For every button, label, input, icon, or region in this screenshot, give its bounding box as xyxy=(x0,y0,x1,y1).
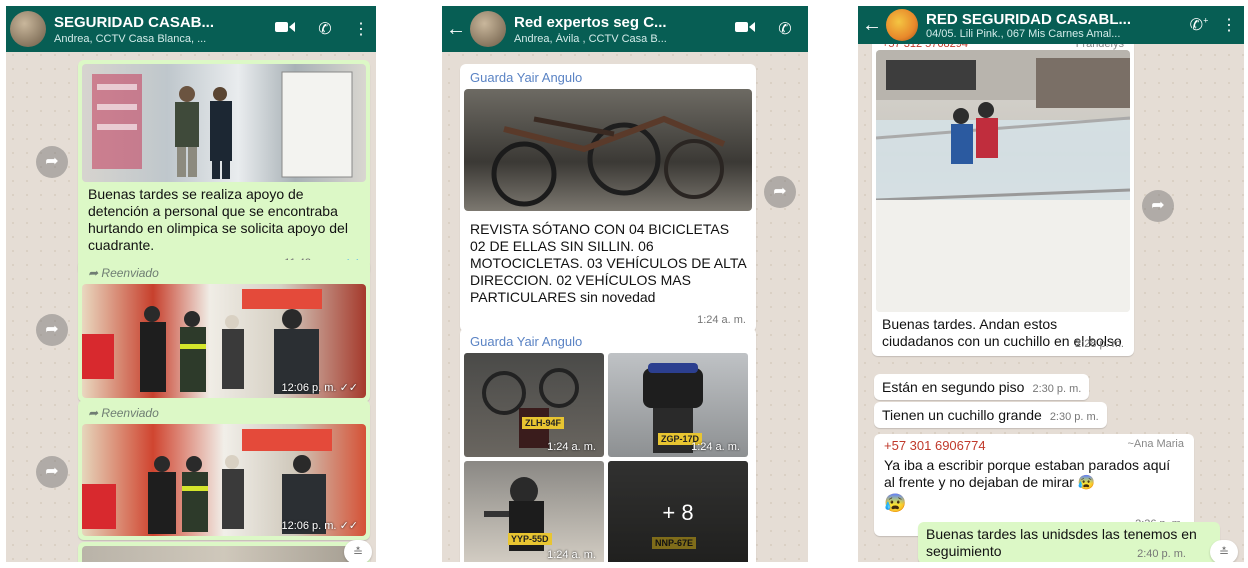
message-bubble[interactable]: Guarda Yair Angulo ZLH-94F 1:24 a. m. ZG… xyxy=(460,328,756,562)
more-images-overlay[interactable]: + 8 xyxy=(608,461,748,562)
sender-name[interactable]: Guarda Yair Angulo xyxy=(464,332,752,353)
message-bubble[interactable]: ➦ Reenviado 12:06 p. m. ✓✓ xyxy=(78,400,370,540)
photo-time: 12:06 p. m. ✓✓ xyxy=(281,381,358,394)
photo-time: 12:06 p. m. ✓✓ xyxy=(281,519,358,532)
forward-share-icon[interactable]: ➦ xyxy=(36,146,68,178)
image-tile[interactable]: NNP-67E + 8 xyxy=(608,461,748,562)
chat-title-area[interactable]: Red expertos seg C... Andrea, Ávila , CC… xyxy=(514,14,730,45)
message-bubble[interactable]: +57 301 6906774 ~Ana Maria Ya iba a escr… xyxy=(874,434,1194,536)
message-time: 2:40 p. m. xyxy=(1137,548,1186,560)
tile-time: 1:24 a. m. xyxy=(547,441,596,453)
forward-share-icon[interactable]: ➦ xyxy=(1142,190,1174,222)
group-name: Red expertos seg C... xyxy=(514,13,667,31)
message-bubble[interactable]: Están en segundo piso 2:30 p. m. xyxy=(874,374,1090,400)
chat-screen-1: SEGURIDAD CASAB... Andrea, CCTV Casa Bla… xyxy=(6,6,376,562)
message-text: Tienen un cuchillo grande xyxy=(882,407,1042,423)
bicycles-image xyxy=(491,115,726,207)
group-avatar[interactable] xyxy=(470,11,506,47)
read-receipt-icon: ✓✓ xyxy=(339,520,358,532)
message-bubble[interactable]: +57 312 5768294 ~Frandelys Buenas tardes… xyxy=(872,36,1134,356)
mall-scene-image xyxy=(876,50,1130,312)
image-grid: ZLH-94F 1:24 a. m. ZGP-17D 1:24 a. m. YY… xyxy=(464,353,752,562)
message-photo[interactable] xyxy=(82,546,366,562)
group-avatar[interactable] xyxy=(886,9,918,41)
message-text: Ya iba a escribir porque estaban parados… xyxy=(878,455,1190,491)
phone-call-icon[interactable]: ✆ xyxy=(310,19,340,39)
worried-emoji-icon: 😰 xyxy=(1077,474,1096,490)
image-tile[interactable]: ZGP-17D 1:24 a. m. xyxy=(608,353,748,457)
forwarded-text: Reenviado xyxy=(101,406,159,420)
motorcycle-image xyxy=(484,477,544,551)
message-time: 2:30 p. m. xyxy=(1049,411,1099,423)
message-bubble[interactable]: Buenas tardes se realiza apoyo de detenc… xyxy=(78,60,370,275)
license-plate: YYP-55D xyxy=(508,533,552,545)
chat-title-area[interactable]: RED SEGURIDAD CASABL... 04/05. Lili Pink… xyxy=(926,11,1184,40)
chat-screen-3: ← RED SEGURIDAD CASABL... 04/05. Lili Pi… xyxy=(858,6,1244,562)
read-receipt-icon: ✓✓ xyxy=(339,382,358,394)
message-time: 12:06 p. m. xyxy=(281,382,337,394)
emoji-row: 😰 xyxy=(878,491,1190,516)
chat-header: ← Red expertos seg C... Andrea, Ávila , … xyxy=(442,6,808,52)
worried-emoji-icon: 😰 xyxy=(884,493,907,513)
message-photo[interactable]: 12:06 p. m. ✓✓ xyxy=(82,284,366,398)
forwarded-text: Reenviado xyxy=(101,266,159,280)
message-bubble[interactable]: Guarda Yair Angulo REVISTA SÓTANO CON 04… xyxy=(460,64,756,332)
sender-name[interactable]: Guarda Yair Angulo xyxy=(464,68,752,89)
image-tile[interactable]: YYP-55D 1:24 a. m. xyxy=(464,461,604,562)
scroll-down-button[interactable]: ≛ xyxy=(1210,540,1238,562)
chat-title-area[interactable]: SEGURIDAD CASAB... Andrea, CCTV Casa Bla… xyxy=(54,14,270,45)
license-plate: ZLH-94F xyxy=(522,417,564,429)
message-bubble[interactable]: Buenas tardes las unidsdes las tenemos e… xyxy=(918,522,1220,562)
forwarded-label: ➦ Reenviado xyxy=(82,404,366,424)
forward-share-icon[interactable]: ➦ xyxy=(764,176,796,208)
group-avatar[interactable] xyxy=(10,11,46,47)
video-call-icon[interactable] xyxy=(270,20,300,39)
menu-icon[interactable]: ⋮ xyxy=(1214,15,1244,35)
phone-call-icon[interactable]: ✆ xyxy=(770,19,800,39)
message-photo[interactable] xyxy=(464,89,752,211)
forward-arrow-icon: ➦ xyxy=(88,266,99,280)
message-bubble[interactable]: ➦ Reenviado 12:06 p. m. ✓✓ xyxy=(78,260,370,402)
message-body: Ya iba a escribir porque estaban parados… xyxy=(884,457,1171,490)
add-call-icon[interactable]: ✆+ xyxy=(1184,15,1214,35)
message-photo[interactable] xyxy=(82,64,366,182)
forwarded-label: ➦ Reenviado xyxy=(82,264,366,284)
message-time: 2:30 p. m. xyxy=(1032,383,1082,395)
group-members: 04/05. Lili Pink., 067 Mis Carnes Amal..… xyxy=(926,27,1121,40)
group-members: Andrea, Ávila , CCTV Casa B... xyxy=(514,32,667,45)
message-photo[interactable] xyxy=(876,50,1130,312)
group-members: Andrea, CCTV Casa Blanca, ... xyxy=(54,32,207,45)
forward-share-icon[interactable]: ➦ xyxy=(36,456,68,488)
message-text: REVISTA SÓTANO CON 04 BICICLETAS 02 DE E… xyxy=(470,221,746,305)
message-text: Buenas tardes se realiza apoyo de detenc… xyxy=(88,186,348,253)
message-time: 1:24 a. m. xyxy=(697,314,746,326)
chat-screen-2: ← Red expertos seg C... Andrea, Ávila , … xyxy=(442,6,808,562)
back-arrow-icon[interactable]: ← xyxy=(446,18,466,41)
message-photo[interactable]: 12:06 p. m. ✓✓ xyxy=(82,424,366,536)
image-tile[interactable]: ZLH-94F 1:24 a. m. xyxy=(464,353,604,457)
scroll-down-button[interactable]: ≛ xyxy=(344,540,372,562)
tile-time: 1:24 a. m. xyxy=(691,441,740,453)
back-arrow-icon[interactable]: ← xyxy=(862,14,882,37)
message-time: 12:06 p. m. xyxy=(281,520,337,532)
message-bubble-partial[interactable] xyxy=(78,542,370,562)
sender-phone[interactable]: +57 301 6906774 xyxy=(884,438,986,453)
forward-arrow-icon: ➦ xyxy=(88,406,99,420)
message-text: Están en segundo piso xyxy=(882,379,1025,395)
group-name: SEGURIDAD CASAB... xyxy=(54,13,215,31)
chat-header: ← RED SEGURIDAD CASABL... 04/05. Lili Pi… xyxy=(858,6,1244,44)
sender-row: +57 301 6906774 ~Ana Maria xyxy=(878,438,1190,455)
message-bubble[interactable]: Tienen un cuchillo grande 2:30 p. m. xyxy=(874,402,1107,428)
group-name: RED SEGURIDAD CASABL... xyxy=(926,10,1132,28)
chat-header: SEGURIDAD CASAB... Andrea, CCTV Casa Bla… xyxy=(6,6,376,52)
forward-share-icon[interactable]: ➦ xyxy=(36,314,68,346)
tile-time: 1:24 a. m. xyxy=(547,549,596,561)
store-scene-image xyxy=(92,71,353,179)
video-call-icon[interactable] xyxy=(730,20,760,39)
menu-icon[interactable]: ⋮ xyxy=(346,19,376,39)
sender-name: ~Ana Maria xyxy=(1127,438,1184,450)
